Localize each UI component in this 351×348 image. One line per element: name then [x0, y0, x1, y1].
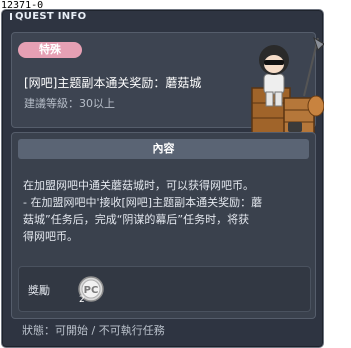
description-line: 在加盟网吧中通关蘑菇城时，可以获得网吧币。 — [23, 179, 254, 192]
quest-body-panel: 內容 在加盟网吧中通关蘑菇城时，可以获得网吧币。 - 在加盟网吧中'接收[网吧]… — [11, 132, 316, 319]
reward-item-count: 2 — [79, 295, 85, 303]
recommended-level: 建議等級：30以上 — [24, 97, 115, 110]
quest-description: 在加盟网吧中通关蘑菇城时，可以获得网吧币。 - 在加盟网吧中'接收[网吧]主题副… — [23, 177, 306, 245]
pc-cafe-coin-icon[interactable]: PC 2 — [77, 275, 105, 303]
quest-info-window: QUEST INFO 特殊 [网吧]主题副本通关奖励：蘑菇城 建議等級：30以上 — [1, 9, 324, 348]
reward-label: 獎勵 — [28, 284, 50, 297]
quest-header-panel: 特殊 [网吧]主题副本通关奖励：蘑菇城 建議等級：30以上 — [11, 32, 324, 135]
title-marker-icon — [10, 12, 12, 20]
quest-status: 狀態：可開始 / 不可執行任務 — [22, 324, 165, 337]
description-line: 得网吧币。 — [23, 230, 78, 243]
reward-box: 獎勵 PC 2 — [18, 266, 311, 312]
window-title: QUEST INFO — [10, 11, 86, 22]
quest-title: [网吧]主题副本通关奖励：蘑菇城 — [24, 76, 202, 90]
quest-type-badge: 特殊 — [18, 42, 82, 58]
npc-portrait — [251, 36, 324, 135]
window-title-text: QUEST INFO — [15, 11, 87, 22]
content-section-title: 內容 — [18, 139, 309, 159]
svg-text:PC: PC — [84, 285, 99, 296]
description-line: - 在加盟网吧中'接收[网吧]主题副本通关奖励：蘑 — [23, 196, 263, 209]
description-line: 菇城”任务后，完成“阴谋的幕后”任务时，将获 — [23, 213, 250, 226]
